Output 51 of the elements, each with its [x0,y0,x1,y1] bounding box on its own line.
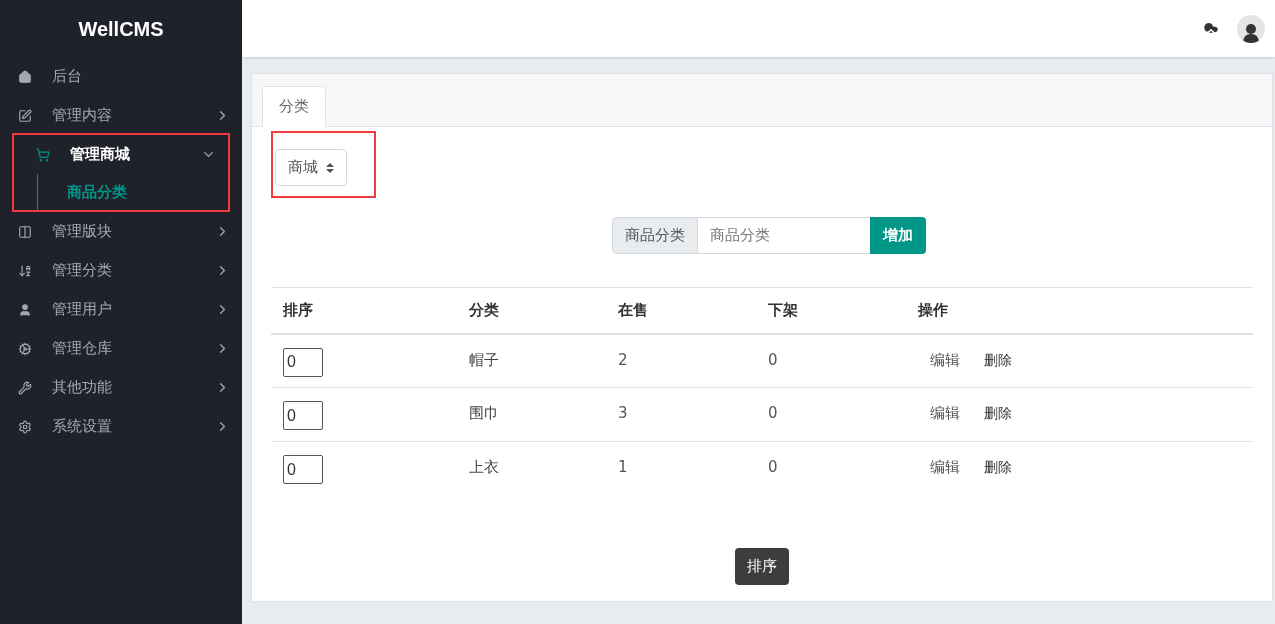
user-icon [18,302,32,317]
table-cell: 3 [606,387,756,442]
nav-item[interactable]: 管理商城 [18,135,228,174]
nav-subitem[interactable]: 商品分类 [38,174,228,210]
sort-caret-icon [326,162,334,173]
nav-item[interactable]: 其他功能 [0,368,242,407]
table-cell: 帽子 [457,333,606,388]
nav-item[interactable]: 管理分类 [0,251,242,290]
store-select[interactable]: 商城 [275,149,347,186]
edit-link[interactable]: 编辑 [930,404,960,422]
nav-item[interactable]: 管理仓库 [0,329,242,368]
table-cell: 0 [756,333,906,388]
nav-item[interactable]: 后台 [0,57,242,96]
avatar[interactable] [1237,14,1265,43]
delete-link[interactable]: 删除 [984,405,1012,421]
column-header: 排序 [271,287,457,334]
table-cell: 上衣 [457,441,606,496]
table-cell: 0 [756,441,906,496]
table-cell: 1 [606,441,756,496]
person-silhouette-icon [1243,22,1259,43]
order-input[interactable]: 0 [283,455,323,484]
table-cell: 围巾 [457,387,606,442]
delete-link[interactable]: 删除 [984,351,1012,368]
nav-item[interactable]: 管理用户 [0,290,242,329]
table-cell: 2 [606,333,756,388]
edit-link[interactable]: 编辑 [930,458,960,476]
brand-logo[interactable]: WellCMS [0,0,242,57]
tab[interactable]: 分类 [262,86,326,127]
column-header: 在售 [606,287,756,334]
input-addon: 商品分类 [611,217,698,254]
sort-button[interactable]: 排序 [735,547,789,585]
cart-icon [36,147,50,162]
delete-link[interactable]: 删除 [984,459,1012,475]
edit-icon [18,108,32,123]
nav-item[interactable]: 管理版块 [0,212,242,251]
order-input[interactable]: 0 [283,347,323,377]
nav-item[interactable]: 管理内容 [0,96,242,135]
home-icon [18,69,32,84]
nav-item[interactable]: 系统设置 [0,407,242,446]
category-input[interactable]: 商品分类 [697,217,870,254]
add-button[interactable]: 增加 [869,217,926,254]
columns-icon [18,224,32,239]
order-input[interactable]: 0 [283,401,323,430]
settings-icon [18,419,32,434]
edit-link[interactable]: 编辑 [930,350,960,369]
column-header: 下架 [756,287,906,334]
column-header: 操作 [906,287,1253,334]
sort-az-icon [18,263,32,278]
table-cell: 0 [756,387,906,442]
wrench-icon [18,380,32,395]
column-header: 分类 [457,287,606,334]
